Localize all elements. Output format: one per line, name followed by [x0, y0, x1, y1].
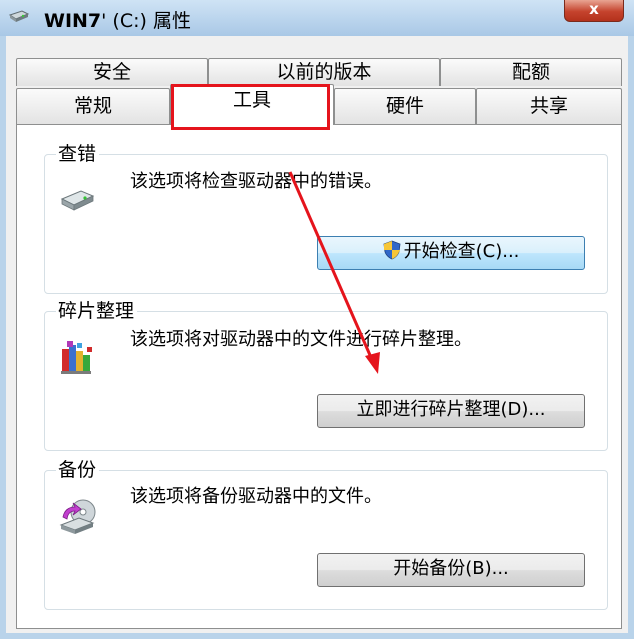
- annotation-arrow: [288, 171, 380, 374]
